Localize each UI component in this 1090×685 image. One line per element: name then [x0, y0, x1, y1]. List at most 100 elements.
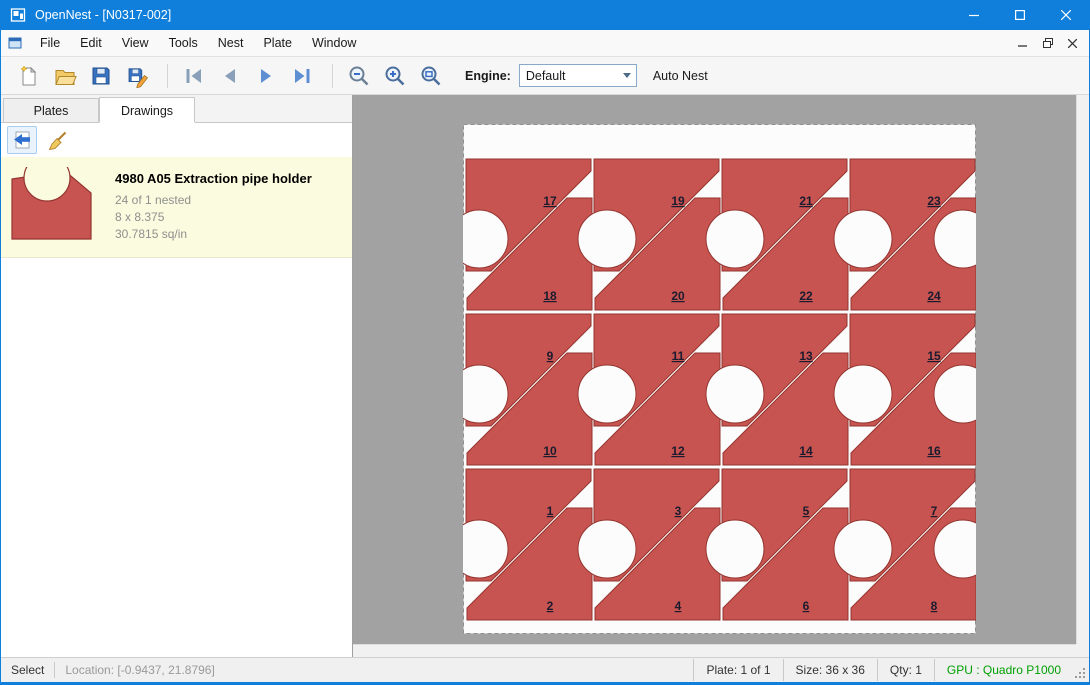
zoom-fit-button[interactable] — [415, 61, 447, 91]
part-thumbnail — [9, 167, 101, 247]
part-number: 2 — [547, 599, 554, 613]
window-title: OpenNest - [N0317-002] — [35, 8, 951, 22]
nest-canvas[interactable]: 171819202122232491011121314151612345678 — [353, 95, 1089, 657]
drawing-item-nested-count: 24 of 1 nested — [115, 192, 312, 209]
plate-view[interactable]: 171819202122232491011121314151612345678 — [463, 124, 976, 634]
zoom-in-icon — [383, 64, 407, 88]
drawing-item-meta: 4980 A05 Extraction pipe holder 24 of 1 … — [115, 167, 312, 243]
pipe-hole-cutout — [706, 210, 764, 268]
zoom-in-button[interactable] — [379, 61, 411, 91]
zoom-out-button[interactable] — [343, 61, 375, 91]
menu-tools[interactable]: Tools — [159, 31, 208, 55]
mdi-window-controls — [1010, 33, 1089, 53]
first-plate-button[interactable] — [178, 61, 210, 91]
main-toolbar: Engine: Default Auto Nest — [1, 57, 1089, 95]
pipe-hole-cutout — [834, 520, 892, 578]
broom-icon — [46, 129, 68, 151]
part-number: 9 — [547, 349, 554, 363]
part-number: 11 — [672, 349, 685, 363]
maximize-button[interactable] — [997, 0, 1043, 30]
part-number: 24 — [927, 289, 941, 303]
save-edit-button[interactable] — [121, 61, 153, 91]
part-number: 7 — [931, 504, 938, 518]
part-number: 3 — [675, 504, 682, 518]
part-number: 12 — [671, 444, 685, 458]
save-icon — [89, 64, 113, 88]
drawing-list: 4980 A05 Extraction pipe holder 24 of 1 … — [1, 157, 352, 657]
part-number: 8 — [931, 599, 938, 613]
part-number: 14 — [799, 444, 813, 458]
go-previous-icon — [218, 64, 242, 88]
menu-file[interactable]: File — [30, 31, 70, 55]
part-number: 20 — [671, 289, 685, 303]
main-area: Plates Drawings — [1, 95, 1089, 657]
menu-edit[interactable]: Edit — [70, 31, 112, 55]
previous-plate-button[interactable] — [214, 61, 246, 91]
clean-parts-button[interactable] — [43, 127, 71, 153]
part-number: 23 — [927, 194, 941, 208]
status-qty: Qty: 1 — [877, 659, 934, 681]
zoom-fit-icon — [419, 64, 443, 88]
engine-select[interactable]: Default — [519, 64, 637, 87]
part-number: 22 — [799, 289, 813, 303]
tab-drawings[interactable]: Drawings — [99, 97, 195, 123]
menu-nest[interactable]: Nest — [208, 31, 254, 55]
engine-selected-value: Default — [520, 69, 618, 83]
part-number: 16 — [927, 444, 941, 458]
menu-bar: File Edit View Tools Nest Plate Window — [1, 30, 1089, 57]
panel-tabstrip: Plates Drawings — [1, 95, 352, 123]
scrollbar-corner — [1076, 644, 1089, 657]
part-number: 10 — [543, 444, 557, 458]
drawing-list-item[interactable]: 4980 A05 Extraction pipe holder 24 of 1 … — [1, 157, 352, 258]
new-file-button[interactable] — [13, 61, 45, 91]
save-edit-icon — [125, 64, 149, 88]
return-part-button[interactable] — [7, 126, 37, 154]
status-location: Location: [-0.9437, 21.8796] — [55, 663, 224, 677]
tab-plates[interactable]: Plates — [3, 98, 99, 122]
minimize-button[interactable] — [951, 0, 997, 30]
window-controls — [951, 0, 1089, 30]
menu-plate[interactable]: Plate — [253, 31, 302, 55]
menu-window[interactable]: Window — [302, 31, 366, 55]
next-plate-button[interactable] — [250, 61, 282, 91]
auto-nest-label[interactable]: Auto Nest — [653, 69, 708, 83]
chevron-down-icon[interactable] — [618, 73, 636, 78]
return-arrow-icon — [11, 129, 33, 151]
status-size: Size: 36 x 36 — [783, 659, 877, 681]
panel-toolbar — [1, 123, 352, 157]
open-button[interactable] — [49, 61, 81, 91]
pipe-hole-cutout — [706, 520, 764, 578]
status-bar: Select Location: [-0.9437, 21.8796] Plat… — [1, 657, 1089, 682]
resize-grip[interactable] — [1073, 666, 1087, 680]
status-mode: Select — [1, 663, 54, 677]
zoom-out-icon — [347, 64, 371, 88]
go-first-icon — [182, 64, 206, 88]
horizontal-scrollbar[interactable] — [353, 644, 1076, 657]
document-icon — [7, 35, 23, 51]
app-window: OpenNest - [N0317-002] File Edit View To… — [0, 0, 1090, 685]
vertical-scrollbar[interactable] — [1076, 95, 1089, 644]
go-last-icon — [290, 64, 314, 88]
last-plate-button[interactable] — [286, 61, 318, 91]
menu-view[interactable]: View — [112, 31, 159, 55]
app-icon — [10, 7, 26, 23]
part-number: 13 — [799, 349, 813, 363]
save-button[interactable] — [85, 61, 117, 91]
close-button[interactable] — [1043, 0, 1089, 30]
new-file-icon — [17, 64, 41, 88]
pipe-hole-cutout — [834, 365, 892, 423]
mdi-close-button[interactable] — [1060, 33, 1085, 53]
mdi-minimize-button[interactable] — [1010, 33, 1035, 53]
part-number: 6 — [803, 599, 810, 613]
mdi-restore-button[interactable] — [1035, 33, 1060, 53]
part-number: 19 — [671, 194, 685, 208]
part-number: 18 — [543, 289, 557, 303]
toolbar-separator — [332, 64, 333, 88]
drawing-item-area: 30.7815 sq/in — [115, 226, 312, 243]
toolbar-separator — [167, 64, 168, 88]
open-folder-icon — [53, 64, 77, 88]
part-number: 5 — [803, 504, 810, 518]
pipe-hole-cutout — [578, 520, 636, 578]
pipe-hole-cutout — [578, 210, 636, 268]
pipe-hole-cutout — [834, 210, 892, 268]
